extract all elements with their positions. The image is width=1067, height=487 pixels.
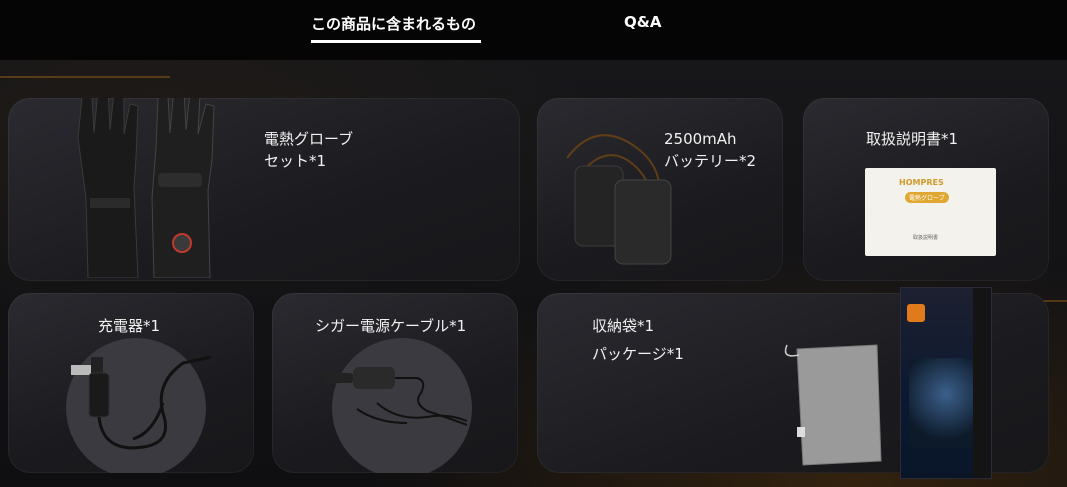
package-box-image (900, 287, 992, 479)
item-card-cable: シガー電源ケーブル*1 (272, 293, 518, 473)
item-card-gloves: 電熱グローブ セット*1 (8, 98, 520, 281)
tab-included-items[interactable]: この商品に含まれるもの (311, 13, 476, 34)
box-side (973, 288, 991, 478)
battery-label-line2: バッテリー*2 (664, 152, 757, 170)
cigarette-cable-image (323, 367, 468, 426)
manual-image: HOMPRES 電熱グローブ 取扱説明書 (865, 168, 996, 256)
decor-line (0, 76, 170, 78)
gloves-label-line2: セット*1 (264, 152, 327, 170)
item-card-charger: 充電器*1 (8, 293, 254, 473)
active-tab-underline (311, 40, 481, 43)
manual-badge: 電熱グローブ (905, 192, 949, 203)
tab-qa[interactable]: Q&A (624, 13, 661, 31)
manual-brand: HOMPRES (899, 178, 944, 187)
charger-image (71, 355, 212, 450)
manual-label: 取扱説明書*1 (866, 130, 959, 148)
brand-logo-icon (907, 304, 925, 322)
manual-caption: 取扱説明書 (913, 235, 939, 241)
storage-bag-image (784, 344, 882, 466)
heated-gloves-image (77, 98, 215, 278)
gloves-label-line1: 電熱グローブ (264, 130, 354, 148)
item-card-manual: 取扱説明書*1 HOMPRES 電熱グローブ 取扱説明書 (803, 98, 1049, 281)
battery-label-line1: 2500mAh (664, 130, 737, 148)
bag-label: 収納袋*1 (592, 317, 655, 335)
box-glove-art (909, 358, 983, 448)
top-tab-bar: この商品に含まれるもの Q&A (0, 0, 1067, 60)
item-card-battery: 2500mAh バッテリー*2 (537, 98, 783, 281)
package-label: パッケージ*1 (592, 345, 684, 363)
cable-label: シガー電源ケーブル*1 (315, 317, 467, 335)
charger-label: 充電器*1 (98, 317, 161, 335)
